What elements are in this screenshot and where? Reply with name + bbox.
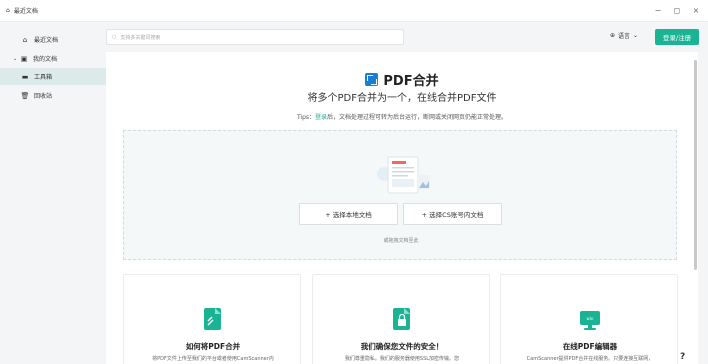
sidebar: ⌂ 最近文档 ⌄ ▣ 我的文档 ▬ 工具箱 🗑 回收站 bbox=[0, 22, 107, 364]
language-selector[interactable]: ⊕ 语言 ⌄ bbox=[610, 31, 638, 40]
home-icon: ⌂ bbox=[6, 7, 10, 14]
document-lock-icon bbox=[393, 308, 410, 330]
drop-hint: 或拖拽文档至此 bbox=[383, 238, 419, 244]
sidebar-item-my-docs[interactable]: ⌄ ▣ 我的文档 bbox=[0, 50, 107, 67]
file-drop-zone[interactable]: + 选择本地文档 + 选择CS账号内文档 或拖拽文档至此 bbox=[123, 130, 677, 260]
upload-illustration-icon bbox=[377, 156, 430, 194]
info-card-online-editor: win 在线PDF编辑器 CamScanner提供PDF合并在线服务。只要连接互… bbox=[500, 274, 678, 364]
search-input[interactable]: ○ 支持多关键词搜索 bbox=[106, 29, 404, 45]
globe-icon: ⊕ bbox=[610, 32, 616, 39]
window-title-text: 最近文档 bbox=[13, 8, 38, 15]
search-placeholder: 支持多关键词搜索 bbox=[120, 34, 161, 41]
title-bar: ⌂ 最近文档 − ◻ × bbox=[0, 0, 708, 22]
help-button[interactable]: ? bbox=[680, 352, 685, 362]
card-description: CamScanner提供PDF合并在线服务。只要连接互联网， bbox=[526, 356, 654, 362]
tips-body: 后，文档处理过程可转为后台运行，断网或关闭网页仍能正常处理。 bbox=[327, 114, 508, 121]
select-cs-account-file-button[interactable]: + 选择CS账号内文档 bbox=[403, 203, 502, 225]
login-button[interactable]: 登录/注册 bbox=[655, 29, 699, 45]
svg-text:win: win bbox=[587, 316, 594, 321]
pdf-merge-logo-icon bbox=[365, 73, 379, 86]
login-link[interactable]: 登录 bbox=[315, 114, 327, 121]
minimize-button[interactable]: − bbox=[652, 5, 664, 17]
card-title: 在线PDF编辑器 bbox=[562, 342, 618, 351]
tips-text: Tips：登录后，文档处理过程可转为后台运行，断网或关闭网页仍能正常处理。 bbox=[106, 112, 698, 121]
sidebar-item-toolbox[interactable]: ▬ 工具箱 bbox=[0, 68, 107, 85]
sidebar-item-recent[interactable]: ⌂ 最近文档 bbox=[0, 31, 107, 48]
search-icon: ○ bbox=[112, 34, 117, 40]
info-card-how-to-merge: 如何将PDF合并 将PDF文件上传至我们的平台或者使用CamScanner内 bbox=[123, 274, 301, 364]
tips-prefix: Tips： bbox=[296, 114, 316, 121]
select-local-file-button[interactable]: + 选择本地文档 bbox=[299, 203, 398, 225]
card-description: 将PDF文件上传至我们的平台或者使用CamScanner内 bbox=[152, 356, 274, 362]
home-icon: ⌂ bbox=[22, 35, 28, 44]
page-title-text: PDF合并 bbox=[383, 74, 439, 89]
language-label: 语言 bbox=[618, 33, 631, 40]
sidebar-item-label: 工具箱 bbox=[34, 74, 53, 81]
main-panel: PDF合并 将多个PDF合并为一个，在线合并PDF文件 Tips：登录后，文档处… bbox=[106, 52, 698, 364]
monitor-icon: win bbox=[580, 311, 600, 330]
sidebar-item-label: 我的文档 bbox=[33, 56, 58, 63]
sidebar-item-trash[interactable]: 🗑 回收站 bbox=[0, 87, 107, 104]
folder-icon: ▣ bbox=[20, 54, 28, 63]
trash-icon: 🗑 bbox=[20, 91, 30, 100]
card-title: 我们确保您文件的安全！ bbox=[360, 342, 444, 351]
toolbox-icon: ▬ bbox=[21, 72, 29, 81]
page-title: PDF合并 bbox=[106, 70, 698, 89]
info-card-security: 我们确保您文件的安全！ 我们尊重隐私。我们的服务器使用SSL加密传输。您 bbox=[312, 274, 490, 364]
card-description: 我们尊重隐私。我们的服务器使用SSL加密传输。您 bbox=[344, 356, 460, 362]
window-title: ⌂ 最近文档 bbox=[6, 6, 38, 15]
chevron-down-icon: ⌄ bbox=[633, 32, 639, 39]
page-subtitle: 将多个PDF合并为一个，在线合并PDF文件 bbox=[307, 93, 497, 104]
sidebar-item-label: 最近文档 bbox=[34, 37, 59, 44]
document-merge-icon bbox=[204, 308, 221, 330]
close-button[interactable]: × bbox=[690, 5, 702, 17]
sidebar-item-label: 回收站 bbox=[34, 93, 53, 100]
maximize-button[interactable]: ◻ bbox=[671, 5, 683, 17]
scrollbar[interactable] bbox=[694, 60, 697, 270]
card-title: 如何将PDF合并 bbox=[185, 342, 241, 351]
